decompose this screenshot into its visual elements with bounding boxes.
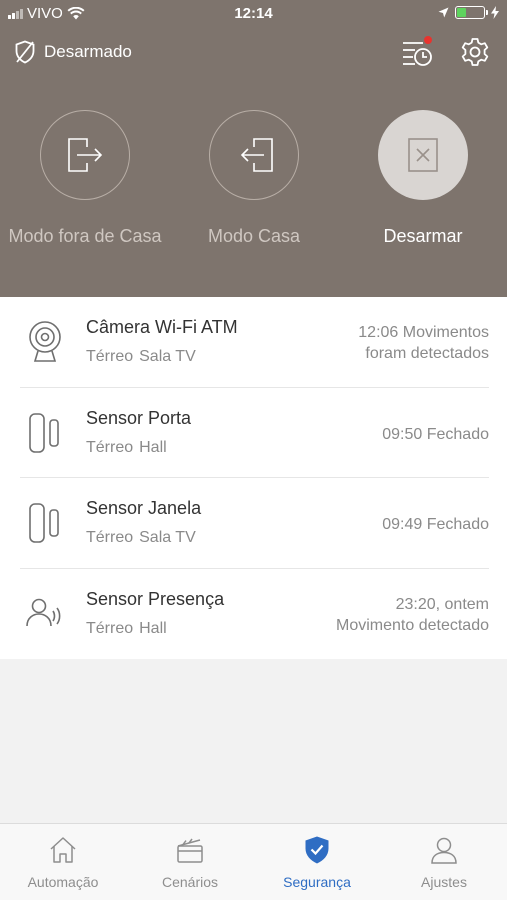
gear-icon: [461, 38, 489, 66]
device-name: Sensor Janela: [86, 498, 202, 518]
home-mode-button[interactable]: Modo Casa: [169, 110, 339, 247]
disarm-label: Desarmar: [383, 226, 463, 246]
disarm-button[interactable]: Desarmar: [338, 110, 507, 247]
battery-icon: [455, 6, 488, 19]
user-icon: [431, 837, 457, 864]
arm-state-label: Desarmado: [44, 42, 132, 61]
charging-bolt-icon: [491, 6, 499, 19]
shield-off-icon: [15, 40, 35, 64]
device-status: 09:49 Fechado: [382, 516, 489, 533]
settings-button[interactable]: [459, 36, 491, 68]
tab-seguranca[interactable]: Segurança: [254, 834, 380, 890]
exit-door-icon: [68, 138, 103, 172]
history-button[interactable]: [401, 36, 433, 68]
tab-cenarios[interactable]: Cenários: [127, 834, 253, 890]
tab-automacao[interactable]: Automação: [0, 834, 126, 890]
tab-ajustes[interactable]: Ajustes: [381, 834, 507, 890]
enter-door-icon: [240, 138, 273, 172]
list-item[interactable]: Sensor Porta Térreo Hall 09:50 Fechado: [0, 388, 507, 478]
location-arrow-icon: [438, 7, 449, 18]
device-location: Térreo Hall: [86, 438, 167, 456]
clock: 12:14: [234, 5, 273, 22]
device-location: Térreo Hall: [86, 619, 167, 637]
clapperboard-icon: [177, 838, 203, 863]
status-bar: VIVO 12:14: [0, 0, 507, 28]
tab-label: Segurança: [283, 874, 351, 890]
list-item[interactable]: Sensor Presença Térreo Hall 23:20, ontem M…: [0, 569, 507, 660]
tab-label: Automação: [27, 874, 99, 890]
disarm-x-icon: [408, 138, 438, 172]
device-name: Sensor Porta: [86, 407, 192, 428]
device-location: Térreo Sala TV: [86, 348, 196, 365]
security-header: VIVO 12:14 Desarmado Modo fora de Casa M…: [0, 0, 507, 297]
door-sensor-icon: [29, 412, 59, 453]
list-item[interactable]: Câmera Wi-Fi ATM Térreo Sala TV 12:06 Mov…: [0, 297, 507, 388]
tab-label: Ajustes: [421, 874, 467, 890]
device-status: 23:20, ontem Movimento detectado: [336, 595, 489, 634]
presence-sensor-icon: [26, 598, 61, 626]
tab-label: Cenários: [161, 874, 219, 890]
notification-dot: [424, 36, 432, 44]
away-mode-button[interactable]: Modo fora de Casa: [0, 110, 170, 247]
device-name: Sensor Presença: [86, 588, 225, 609]
tab-bar: Automação Cenários Segurança Ajustes: [0, 823, 507, 900]
device-list: Câmera Wi-Fi ATM Térreo Sala TV 12:06 Mov…: [0, 297, 507, 659]
window-sensor-icon: [29, 503, 59, 543]
camera-icon: [29, 321, 61, 362]
device-location: Térreo Sala TV: [86, 529, 196, 546]
home-icon: [50, 837, 76, 863]
device-status: 09:50 Fechado: [382, 425, 489, 443]
arm-state-indicator: Desarmado: [14, 40, 132, 64]
home-mode-label: Modo Casa: [207, 226, 301, 246]
away-mode-label: Modo fora de Casa: [8, 226, 162, 246]
device-name: Câmera Wi-Fi ATM: [86, 317, 238, 337]
shield-icon: [305, 836, 329, 864]
device-status: 12:06 Movimentos foram detectados: [358, 324, 489, 362]
list-item[interactable]: Sensor Janela Térreo Sala TV 09:49 Fechad…: [0, 478, 507, 569]
